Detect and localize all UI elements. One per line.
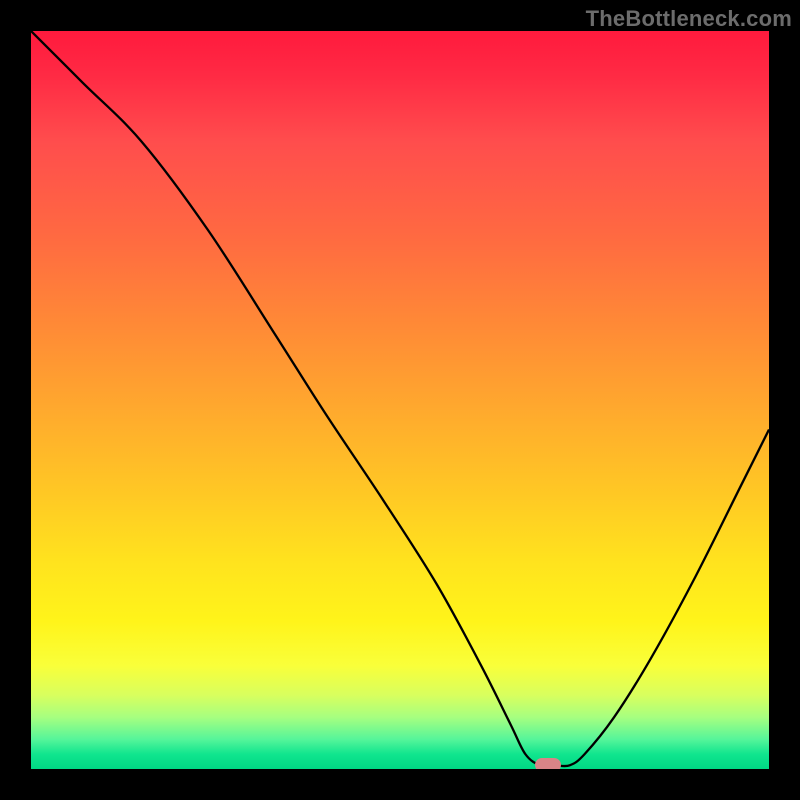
bottleneck-curve (31, 31, 769, 769)
plot-area (31, 31, 769, 769)
watermark-text: TheBottleneck.com (586, 6, 792, 32)
optimal-marker (535, 758, 561, 769)
chart-container: TheBottleneck.com (0, 0, 800, 800)
